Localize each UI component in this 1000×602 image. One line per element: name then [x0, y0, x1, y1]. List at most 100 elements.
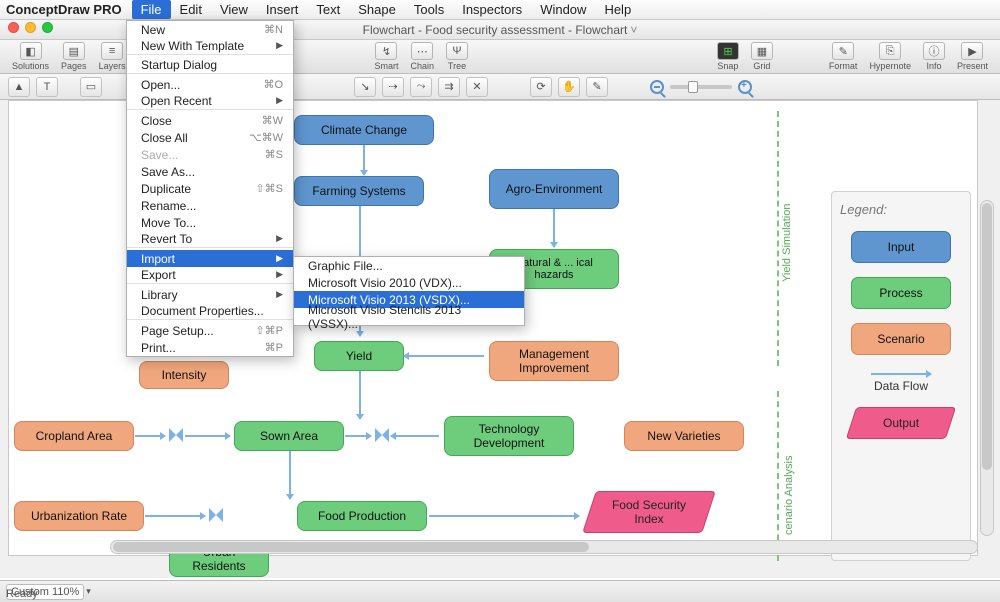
tb-chain[interactable]: ⋯Chain	[407, 42, 439, 71]
tb-info[interactable]: ⓘInfo	[919, 42, 949, 71]
file-menu-save-as-[interactable]: Save As...	[127, 163, 293, 180]
zoom-out-button[interactable]	[650, 80, 664, 94]
menu-tools[interactable]: Tools	[405, 0, 453, 19]
file-menu-save-[interactable]: Save...⌘S	[127, 146, 293, 163]
file-menu-export[interactable]: Export▶	[127, 267, 293, 284]
arrow	[553, 209, 555, 247]
node-sown[interactable]: Sown Area	[234, 421, 344, 451]
tb-grid[interactable]: ▦Grid	[747, 42, 777, 71]
node-fsi[interactable]: Food Security Index	[582, 491, 716, 533]
file-menu-open-recent[interactable]: Open Recent▶	[127, 93, 293, 110]
node-mgmt[interactable]: Management Improvement	[489, 341, 619, 381]
document-title: Flowchart - Food security assessment - F…	[363, 23, 628, 37]
import-microsoft-visio-stencils-2013-vssx-[interactable]: Microsoft Visio Stencils 2013 (VSSX)...	[294, 308, 524, 325]
file-menu-move-to-[interactable]: Move To...	[127, 214, 293, 231]
menu-inspectors[interactable]: Inspectors	[453, 0, 531, 19]
menu-shape[interactable]: Shape	[349, 0, 405, 19]
zoom-dropdown-icon[interactable]: ▾	[86, 586, 91, 597]
pointer-tool[interactable]: ▲	[8, 77, 30, 97]
snap-icon: ⊞	[717, 42, 739, 60]
file-dropdown-menu: New⌘NNew With Template▶ Startup Dialog Ope…	[126, 20, 294, 357]
connector-tool-4[interactable]: ⇉	[438, 77, 460, 97]
tb-format[interactable]: ✎Format	[825, 42, 862, 71]
tb-layers[interactable]: ≡Layers	[95, 42, 130, 71]
legend-scenario: Scenario	[851, 323, 951, 355]
import-microsoft-visio-2010-vdx-[interactable]: Microsoft Visio 2010 (VDX)...	[294, 274, 524, 291]
tb-snap[interactable]: ⊞Snap	[713, 42, 743, 71]
status-bar: Custom 110% ▾	[0, 580, 1000, 602]
valve-icon	[375, 428, 389, 442]
file-menu-document-properties-[interactable]: Document Properties...	[127, 303, 293, 320]
node-urbrate[interactable]: Urbanization Rate	[14, 501, 144, 531]
node-tech[interactable]: Technology Development	[444, 416, 574, 456]
yield-sim-label: Yield Simulation	[781, 192, 793, 282]
minimize-window-button[interactable]	[25, 22, 36, 33]
settings-tool[interactable]: ✕	[466, 77, 488, 97]
menubar: ConceptDraw PRO File Edit View Insert Te…	[0, 0, 1000, 20]
menu-view[interactable]: View	[211, 0, 257, 19]
hypernote-icon: ⎘	[879, 42, 901, 60]
flow-arrow-icon	[871, 373, 931, 375]
tb-tree[interactable]: ΨTree	[442, 42, 472, 71]
scenario-marker	[777, 391, 779, 561]
zoom-window-button[interactable]	[42, 22, 53, 33]
eyedropper-tool[interactable]: ✎	[586, 77, 608, 97]
menu-text[interactable]: Text	[307, 0, 349, 19]
solutions-icon: ◧	[20, 42, 42, 60]
node-cropland[interactable]: Cropland Area	[14, 421, 134, 451]
scrollbar-thumb[interactable]	[113, 542, 589, 552]
vertical-scrollbar[interactable]	[980, 200, 994, 536]
tb-pages[interactable]: ▤Pages	[57, 42, 91, 71]
zoom-slider-thumb[interactable]	[688, 81, 698, 93]
zoom-in-button[interactable]	[738, 80, 752, 94]
menu-edit[interactable]: Edit	[171, 0, 211, 19]
file-menu-page-setup-[interactable]: Page Setup...⇧⌘P	[127, 322, 293, 339]
scrollbar-thumb[interactable]	[982, 203, 992, 470]
connector-tool-3[interactable]: ⤳	[410, 77, 432, 97]
tb-hypernote[interactable]: ⎘Hypernote	[865, 42, 915, 71]
connector-tool-2[interactable]: ⇢	[382, 77, 404, 97]
tb-solutions[interactable]: ◧Solutions	[8, 42, 53, 71]
app-title: ConceptDraw PRO	[6, 2, 122, 17]
menu-window[interactable]: Window	[531, 0, 595, 19]
file-menu-new-with-template[interactable]: New With Template▶	[127, 38, 293, 55]
hand-tool[interactable]: ✋	[558, 77, 580, 97]
file-menu-rename-[interactable]: Rename...	[127, 197, 293, 214]
arrow	[145, 515, 205, 517]
menu-insert[interactable]: Insert	[257, 0, 308, 19]
close-window-button[interactable]	[8, 22, 19, 33]
legend-panel: Legend: Input Process Scenario Data Flow…	[831, 191, 971, 561]
shape-tool-1[interactable]: ▭	[80, 77, 102, 97]
node-newvar[interactable]: New Varieties	[624, 421, 744, 451]
horizontal-scrollbar[interactable]	[110, 540, 978, 554]
node-agro[interactable]: Agro-Environment	[489, 169, 619, 209]
node-climate[interactable]: Climate Change	[294, 115, 434, 145]
node-yield[interactable]: Yield	[314, 341, 404, 371]
rotate-tool[interactable]: ⟳	[530, 77, 552, 97]
node-intensity[interactable]: Intensity	[139, 361, 229, 389]
file-menu-import[interactable]: Import▶	[127, 250, 293, 267]
title-dropdown-icon[interactable]: ˅	[630, 23, 637, 37]
tb-smart[interactable]: ↯Smart	[370, 42, 402, 71]
file-menu-duplicate[interactable]: Duplicate⇧⌘S	[127, 180, 293, 197]
file-menu-print-[interactable]: Print...⌘P	[127, 339, 293, 356]
connector-tool-1[interactable]: ↘	[354, 77, 376, 97]
file-menu-close-all[interactable]: Close All⌥⌘W	[127, 129, 293, 146]
import-graphic-file-[interactable]: Graphic File...	[294, 257, 524, 274]
file-menu-library[interactable]: Library▶	[127, 286, 293, 303]
menu-file[interactable]: File	[132, 0, 171, 19]
zoom-slider[interactable]	[670, 85, 732, 89]
menu-help[interactable]: Help	[595, 0, 640, 19]
tb-present[interactable]: ▶Present	[953, 42, 992, 71]
node-farming[interactable]: Farming Systems	[294, 176, 424, 206]
window-controls	[8, 22, 53, 33]
file-menu-new[interactable]: New⌘N	[127, 21, 293, 38]
text-tool[interactable]: T	[36, 77, 58, 97]
file-menu-revert-to[interactable]: Revert To▶	[127, 231, 293, 248]
file-menu-close[interactable]: Close⌘W	[127, 112, 293, 129]
file-menu-open-[interactable]: Open...⌘O	[127, 76, 293, 93]
arrow	[429, 515, 579, 517]
node-foodprod[interactable]: Food Production	[297, 501, 427, 531]
arrow	[289, 451, 291, 499]
file-menu-startup-dialog[interactable]: Startup Dialog	[127, 57, 293, 74]
